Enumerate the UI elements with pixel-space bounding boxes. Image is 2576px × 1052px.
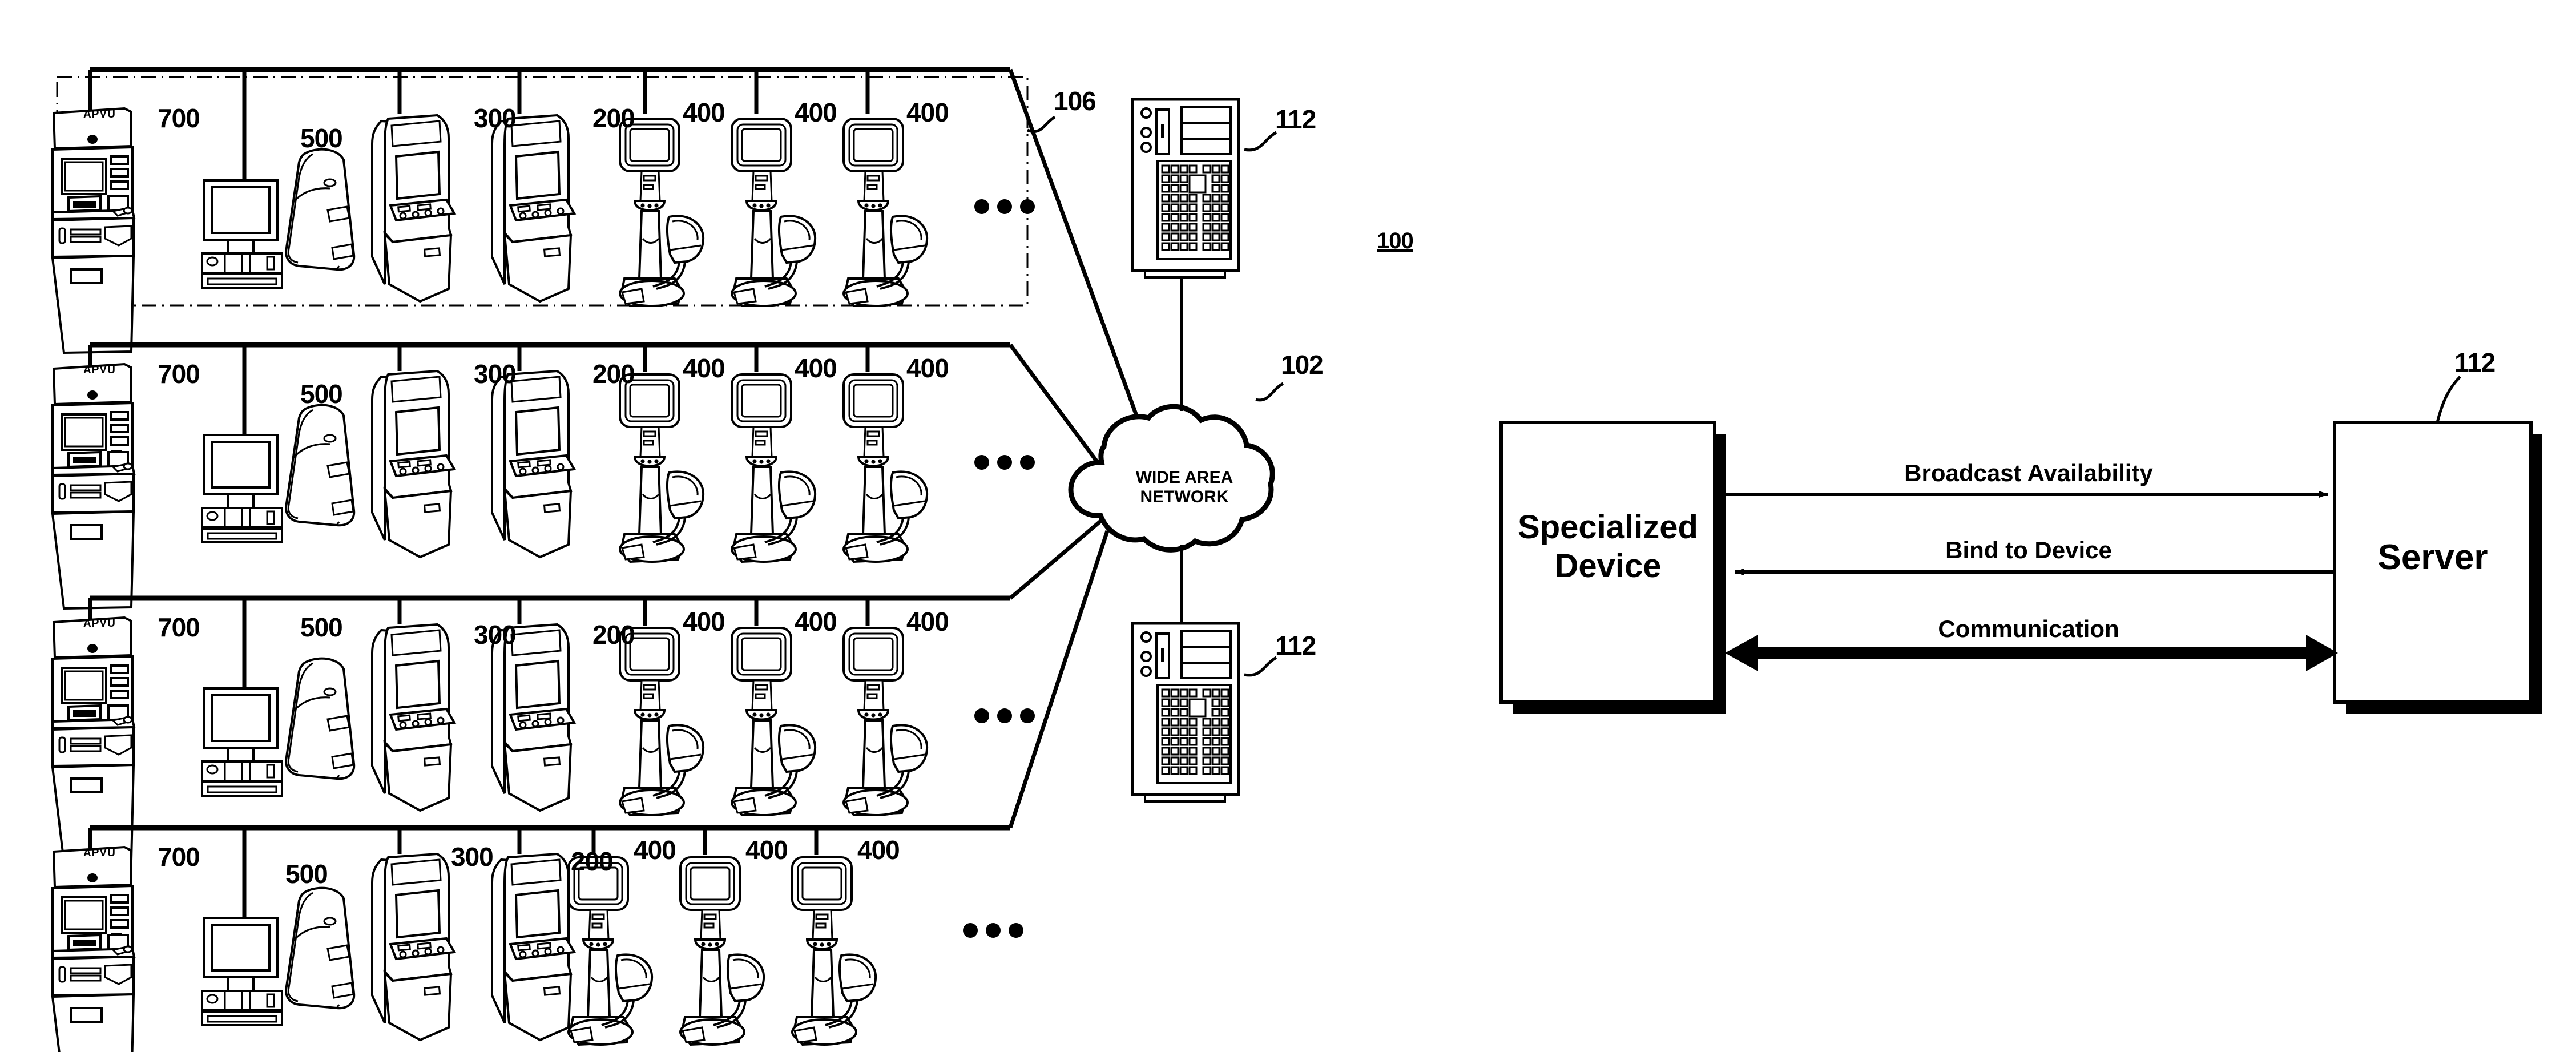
ref-200-row1: 200 xyxy=(592,103,635,133)
ref-200-row2: 200 xyxy=(592,359,635,389)
row-2-ellipsis xyxy=(974,455,1035,470)
leader-112-bottom xyxy=(1244,656,1277,677)
ref-400-row4-a: 400 xyxy=(634,835,676,865)
ref-700-row2: 700 xyxy=(158,359,200,389)
label-bind-to-device: Bind to Device xyxy=(1945,537,2112,563)
ref-300-row1: 300 xyxy=(474,103,517,133)
row-2-devices xyxy=(51,363,929,610)
ref-112-sequence: 112 xyxy=(2454,348,2496,377)
label-broadcast-availability: Broadcast Availability xyxy=(1904,460,2153,486)
ref-400-row2-a: 400 xyxy=(683,353,725,383)
label-communication: Communication xyxy=(1938,615,2119,642)
wide-area-network-label: WIDE AREA NETWORK xyxy=(1135,468,1233,506)
server-top xyxy=(1132,99,1239,277)
ref-102: 102 xyxy=(1281,350,1324,380)
row-4-devices xyxy=(51,846,877,1052)
ref-400-row4-b: 400 xyxy=(745,835,788,865)
ref-700-row3: 700 xyxy=(158,612,200,642)
server-box-label: Server xyxy=(2377,538,2488,577)
ref-100-system: 100 xyxy=(1377,228,1414,253)
row-4-ellipsis xyxy=(963,923,1023,938)
row-1-ellipsis xyxy=(974,199,1035,214)
atm-brand-row4: APVU xyxy=(83,847,116,859)
ref-500-row4: 500 xyxy=(285,859,328,889)
row-1-devices xyxy=(51,107,929,354)
figure-vector-layer xyxy=(51,67,2542,1052)
ref-500-row2: 500 xyxy=(300,379,343,409)
ref-500-row1: 500 xyxy=(300,123,343,153)
ref-200-row4: 200 xyxy=(571,847,614,876)
ref-500-row3: 500 xyxy=(300,612,343,642)
ref-112-bottom: 112 xyxy=(1275,631,1316,660)
atm-brand-row2: APVU xyxy=(83,364,116,376)
row-3-ellipsis xyxy=(974,708,1035,723)
atm-brand-row1: APVU xyxy=(83,108,116,120)
ref-400-row2-c: 400 xyxy=(906,353,949,383)
ref-300-row4: 300 xyxy=(451,842,494,872)
server-bottom xyxy=(1132,623,1239,801)
ref-400-row2-b: 400 xyxy=(795,353,837,383)
ref-400-row3-a: 400 xyxy=(683,607,725,636)
ref-300-row3: 300 xyxy=(474,620,517,650)
ref-200-row3: 200 xyxy=(592,620,635,650)
ref-400-row4-c: 400 xyxy=(857,835,900,865)
ref-700-row1: 700 xyxy=(158,103,200,133)
leader-112-top xyxy=(1244,131,1277,152)
ref-400-row1-c: 400 xyxy=(906,98,949,127)
leader-112-sequence xyxy=(2436,376,2461,423)
specialized-device-label: Specialized Device xyxy=(1518,509,1698,585)
patent-figure-page: 700 500 300 200 400 400 400 106 700 500 … xyxy=(0,0,2576,1052)
ref-400-row3-c: 400 xyxy=(906,607,949,636)
ref-112-top: 112 xyxy=(1275,104,1316,134)
ref-700-row4: 700 xyxy=(158,842,200,872)
atm-brand-row3: APVU xyxy=(83,618,116,630)
ref-400-row1-a: 400 xyxy=(683,98,725,127)
ref-400-row3-b: 400 xyxy=(795,607,837,636)
leader-102 xyxy=(1255,382,1284,402)
ref-106: 106 xyxy=(1054,86,1096,116)
ref-300-row2: 300 xyxy=(474,359,517,389)
ref-400-row1-b: 400 xyxy=(795,98,837,127)
